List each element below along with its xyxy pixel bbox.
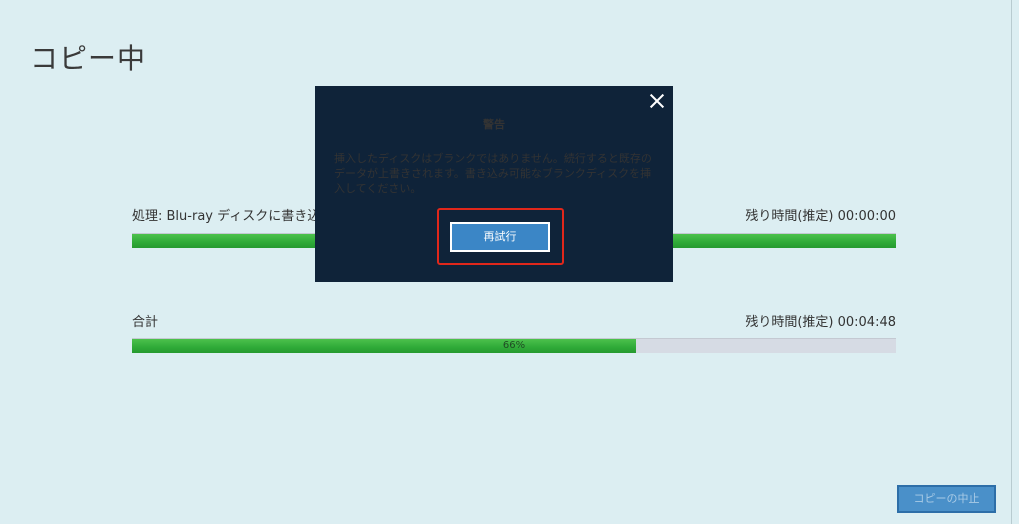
total-progress-bar: 66% (132, 338, 896, 353)
dialog-message: 挿入したディスクはブランクではありません。続行すると既存のデータが上書きされます… (334, 152, 652, 195)
process-label: 処理: Blu-ray ディスクに書き込 (132, 209, 321, 224)
dialog-title: 警告 (483, 118, 505, 131)
window-edge (1011, 0, 1012, 524)
total-remaining-time: 残り時間(推定) 00:04:48 (745, 315, 896, 330)
total-label: 合計 (132, 315, 159, 330)
stop-copy-button[interactable]: コピーの中止 (897, 485, 996, 513)
total-progress-percent: 66% (502, 340, 526, 351)
retry-button[interactable]: 再試行 (450, 222, 550, 252)
page-title: コピー中 (30, 42, 147, 75)
process-remaining-time: 残り時間(推定) 00:00:00 (745, 209, 896, 224)
close-icon[interactable] (650, 94, 664, 108)
